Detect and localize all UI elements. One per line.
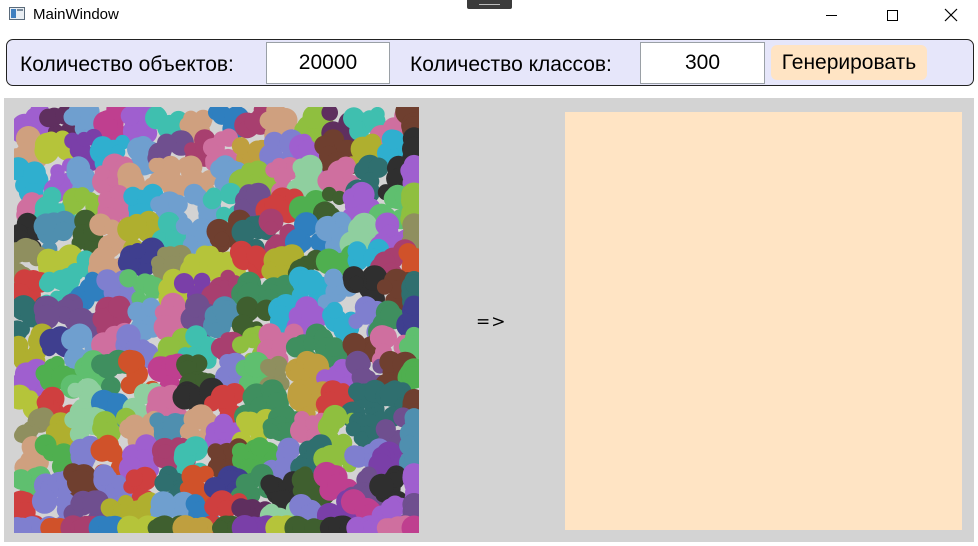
toolbar: Количество объектов: Количество классов:… (6, 39, 974, 86)
generate-button[interactable]: Генерировать (771, 45, 927, 80)
transform-arrow: => (476, 312, 507, 332)
minimize-icon (825, 14, 837, 16)
minimize-button[interactable] (808, 0, 854, 30)
maximize-button[interactable] (869, 0, 915, 30)
result-canvas (565, 112, 962, 530)
objects-count-label: Количество объектов: (20, 53, 234, 76)
classes-count-input[interactable] (640, 42, 765, 84)
window-title: MainWindow (33, 6, 119, 23)
classes-count-label: Количество классов: (410, 53, 612, 76)
objects-count-input[interactable] (266, 42, 390, 84)
close-icon (944, 8, 958, 22)
title-bar: MainWindow (0, 0, 978, 30)
workspace: => (4, 98, 974, 542)
close-button[interactable] (928, 0, 974, 30)
drag-handle-icon[interactable] (467, 0, 512, 9)
input-scatter-canvas (14, 107, 419, 533)
maximize-icon (886, 9, 898, 21)
app-window-icon (9, 7, 25, 20)
